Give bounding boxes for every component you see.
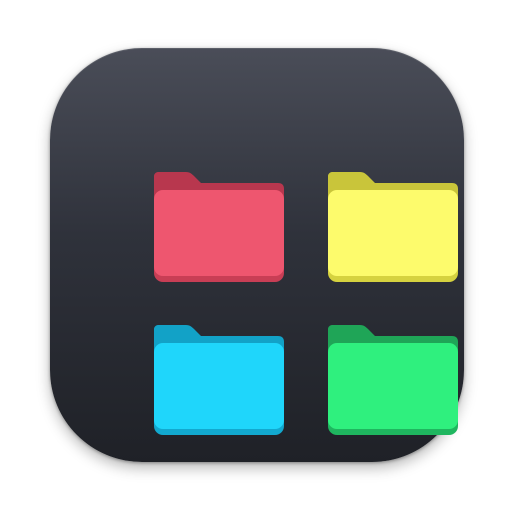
red-folder-icon bbox=[152, 168, 286, 284]
red-folder-svg bbox=[154, 172, 284, 282]
cyan-folder-svg bbox=[154, 325, 284, 435]
green-folder-svg bbox=[328, 325, 458, 435]
yellow-folder-svg bbox=[328, 172, 458, 282]
folder-grid-app-icon[interactable] bbox=[50, 48, 464, 462]
yellow-folder-icon bbox=[326, 168, 460, 284]
green-folder-icon bbox=[326, 321, 460, 437]
cyan-folder-icon bbox=[152, 321, 286, 437]
canvas bbox=[0, 0, 512, 512]
